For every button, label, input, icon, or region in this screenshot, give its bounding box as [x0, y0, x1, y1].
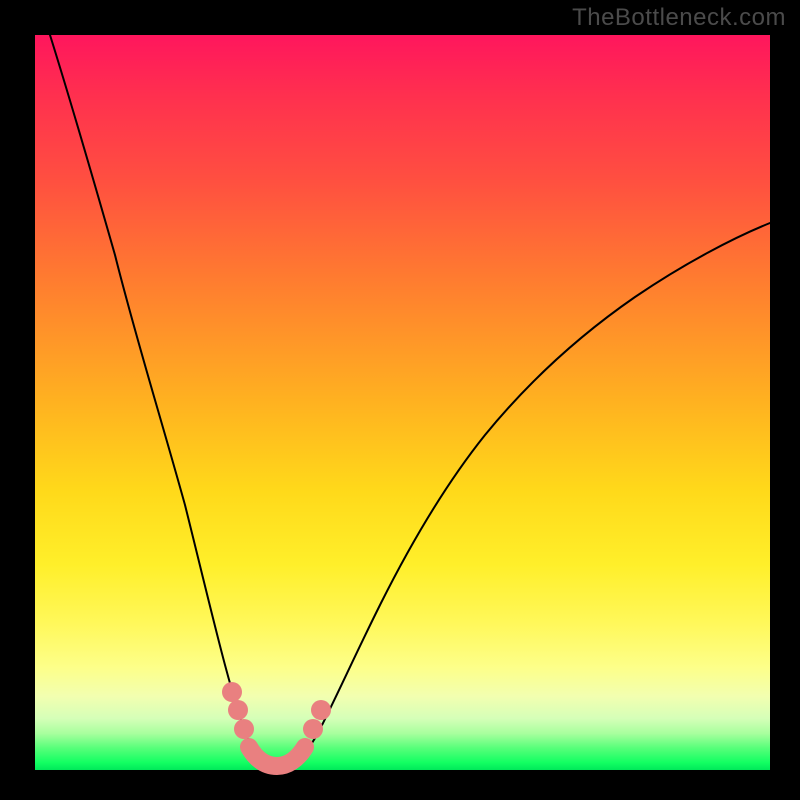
plot-area: [35, 35, 770, 770]
marker-dot: [228, 700, 248, 720]
marker-dot: [303, 719, 323, 739]
curve-path: [50, 35, 770, 766]
chart-frame: TheBottleneck.com: [0, 0, 800, 800]
marker-dot: [222, 682, 242, 702]
bottleneck-curve: [35, 35, 770, 770]
watermark-text: TheBottleneck.com: [572, 4, 786, 32]
marker-band: [249, 747, 305, 766]
marker-dot: [311, 700, 331, 720]
marker-dot: [234, 719, 254, 739]
